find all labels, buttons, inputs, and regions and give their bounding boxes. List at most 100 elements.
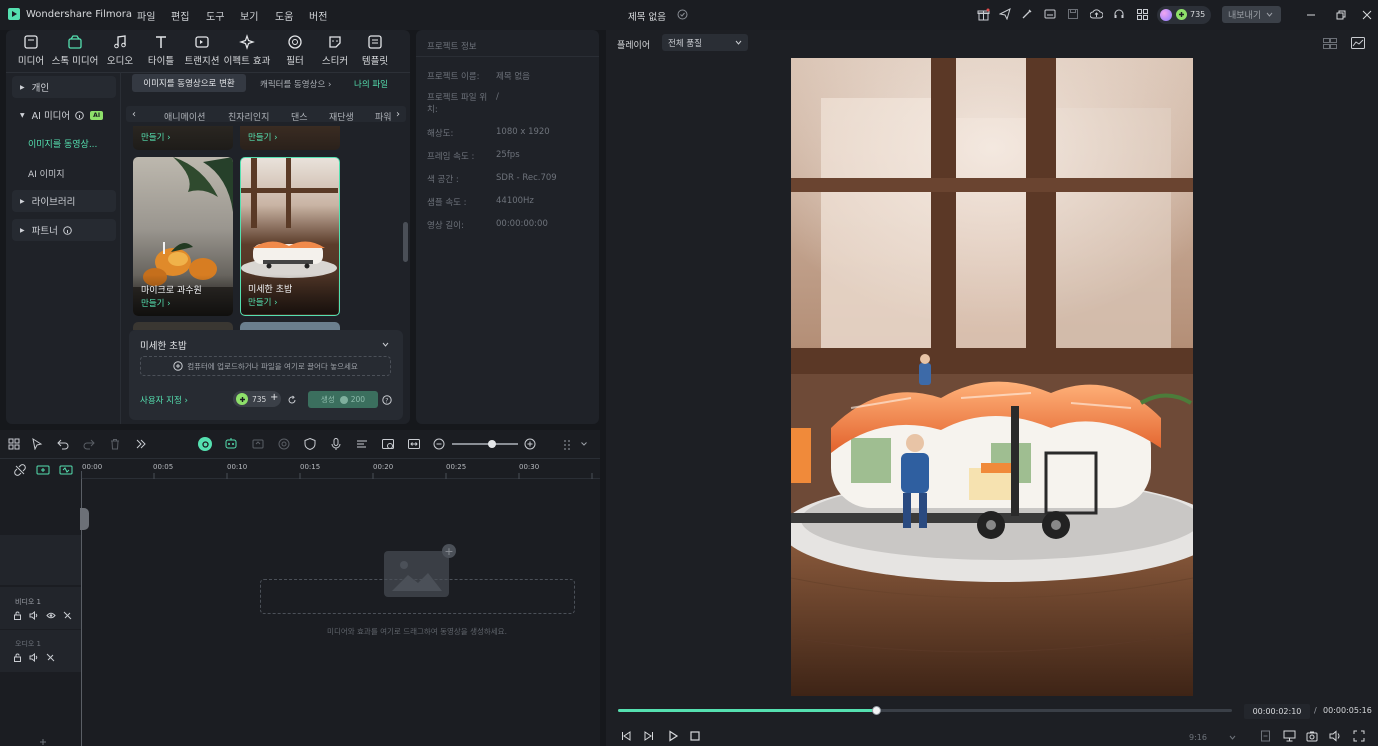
template-thumb-micro-orchard[interactable]: 마이크로 과수원 만들기 › <box>133 157 233 316</box>
make-link[interactable]: 만들기 › <box>248 296 278 308</box>
template-thumb-bottom-2[interactable] <box>240 322 340 330</box>
zoom-out-icon[interactable] <box>433 438 445 450</box>
link-off-icon[interactable] <box>63 611 72 620</box>
play-icon[interactable] <box>667 730 679 742</box>
template-thumb-top-1[interactable]: 만들기 › <box>133 126 233 150</box>
link-off-icon[interactable] <box>46 653 55 662</box>
shield-icon[interactable] <box>303 437 317 451</box>
chevron-down-icon[interactable] <box>581 442 587 446</box>
headset-icon[interactable] <box>1112 7 1126 21</box>
menu-version[interactable]: 버전 <box>309 8 327 23</box>
sidebar-item-ai-image[interactable]: AI 이미지 <box>28 167 65 180</box>
minimize-icon[interactable] <box>1304 8 1318 22</box>
tool-templates[interactable]: 템플릿 <box>350 34 400 70</box>
credit-balance[interactable]: 735 + <box>233 391 281 407</box>
tool-stock-media[interactable]: 스톡 미디어 <box>50 34 100 70</box>
category-5[interactable]: 파워 <box>375 110 392 123</box>
chevron-right-icon[interactable]: › <box>392 108 404 120</box>
volume-icon[interactable] <box>1329 730 1342 742</box>
more-forward-icon[interactable] <box>135 438 147 450</box>
add-audio-track-icon[interactable] <box>59 464 73 476</box>
resize-handle-icon[interactable] <box>38 738 48 746</box>
view-grid-icon[interactable] <box>562 438 574 450</box>
menu-tools[interactable]: 도구 <box>206 8 224 23</box>
upload-dropzone[interactable]: 컴퓨터에 업로드하거나 파일을 여기로 끌어다 놓으세요 <box>140 356 391 376</box>
quality-dropdown[interactable]: 전체 품질 <box>662 34 748 51</box>
close-icon[interactable] <box>1360 8 1374 22</box>
image-adjust-icon[interactable] <box>381 437 395 451</box>
microphone-icon[interactable] <box>329 437 343 451</box>
timeline-drop-zone[interactable] <box>260 579 575 614</box>
custom-settings-link[interactable]: 사용자 지정 › <box>140 394 188 406</box>
fullscreen-icon[interactable] <box>1353 730 1365 742</box>
zoom-slider-track[interactable] <box>452 443 518 445</box>
audio-mute-icon[interactable] <box>29 653 39 662</box>
ai-scene-icon[interactable] <box>224 437 238 451</box>
subtitle-list-icon[interactable] <box>355 437 369 451</box>
generate-button[interactable]: 생성 200 <box>308 391 378 408</box>
category-animation[interactable]: 애니메이션 <box>164 110 205 123</box>
display-icon[interactable] <box>1283 730 1296 742</box>
brush-icon[interactable] <box>1020 7 1034 21</box>
panel-splitter[interactable] <box>600 30 606 746</box>
menu-edit[interactable]: 편집 <box>171 8 189 23</box>
restore-icon[interactable] <box>1334 8 1348 22</box>
media-scrollbar[interactable] <box>403 222 408 262</box>
template-thumb-top-2[interactable]: 만들기 › <box>240 126 340 150</box>
undo-icon[interactable] <box>57 438 69 450</box>
help-icon[interactable]: ? <box>382 395 392 405</box>
grid-view-icon[interactable] <box>1323 38 1337 49</box>
video-preview[interactable] <box>791 58 1193 696</box>
category-4[interactable]: 재단생 <box>329 110 354 123</box>
tool-transitions[interactable]: 트랜지션 <box>177 34 227 70</box>
menu-help[interactable]: 도움 <box>275 8 293 23</box>
tool-effects[interactable]: 이펙트 효과 <box>222 34 272 70</box>
sidebar-item-library[interactable]: ▶ 라이브러리 <box>12 190 116 212</box>
cloud-upload-icon[interactable] <box>1089 7 1103 21</box>
refresh-icon[interactable] <box>287 395 297 405</box>
menu-file[interactable]: 파일 <box>137 8 155 23</box>
scope-chart-icon[interactable] <box>1351 37 1365 49</box>
select-cursor-icon[interactable] <box>31 438 43 450</box>
auto-enhance-icon[interactable] <box>251 437 265 451</box>
tool-media[interactable]: 미디어 <box>6 34 56 70</box>
aspect-ratio-dropdown[interactable]: 9:16 <box>1189 730 1241 744</box>
template-thumb-micro-sushi[interactable]: 미세한 초밥 만들기 › <box>240 157 340 316</box>
layout-grid-icon[interactable] <box>8 438 20 450</box>
export-button[interactable]: 내보내기 <box>1222 6 1281 23</box>
menu-view[interactable]: 보기 <box>240 8 258 23</box>
marker-icon[interactable] <box>1260 730 1271 742</box>
grid-apps-icon[interactable] <box>1135 7 1149 21</box>
make-link[interactable]: 만들기 › <box>141 297 171 309</box>
tab-my-files[interactable]: 나의 파일 <box>354 78 388 90</box>
tab-character-to-video[interactable]: 캐릭터를 동영상으 › <box>260 78 331 90</box>
playhead-knob[interactable] <box>871 706 881 715</box>
unlink-icon[interactable] <box>14 464 26 476</box>
replace-icon[interactable] <box>407 437 421 451</box>
lock-icon[interactable] <box>13 653 22 662</box>
sidebar-item-partner[interactable]: ▶ 파트너 <box>12 219 116 241</box>
category-dance[interactable]: 댄스 <box>291 110 308 123</box>
snapshot-camera-icon[interactable] <box>1306 730 1318 742</box>
template-thumb-bottom-1[interactable] <box>133 322 233 330</box>
credits-badge[interactable]: 735 <box>1157 6 1211 24</box>
ai-assist-icon[interactable] <box>198 437 212 451</box>
send-icon[interactable] <box>998 7 1012 21</box>
save-icon[interactable] <box>1066 7 1080 21</box>
track-scroll-handle[interactable] <box>80 508 89 530</box>
zoom-slider-knob[interactable] <box>488 440 496 448</box>
current-time[interactable]: 00:00:02:10 <box>1244 704 1310 719</box>
gift-icon[interactable] <box>976 7 990 21</box>
eye-visibility-icon[interactable] <box>46 611 56 620</box>
sidebar-item-image-to-video[interactable]: 이미지를 동영상... <box>28 137 97 150</box>
redo-icon[interactable] <box>83 438 95 450</box>
previous-frame-icon[interactable] <box>620 730 632 742</box>
stop-icon[interactable] <box>689 730 701 742</box>
zoom-in-icon[interactable] <box>524 438 536 450</box>
stabilize-icon[interactable] <box>277 437 291 451</box>
add-video-track-icon[interactable] <box>36 464 50 476</box>
category-2[interactable]: 친자리인지 <box>228 110 269 123</box>
sidebar-item-personal[interactable]: ▶ 개인 <box>12 76 116 98</box>
make-link[interactable]: 만들기 › <box>141 131 171 143</box>
layout-icon[interactable] <box>1043 7 1057 21</box>
